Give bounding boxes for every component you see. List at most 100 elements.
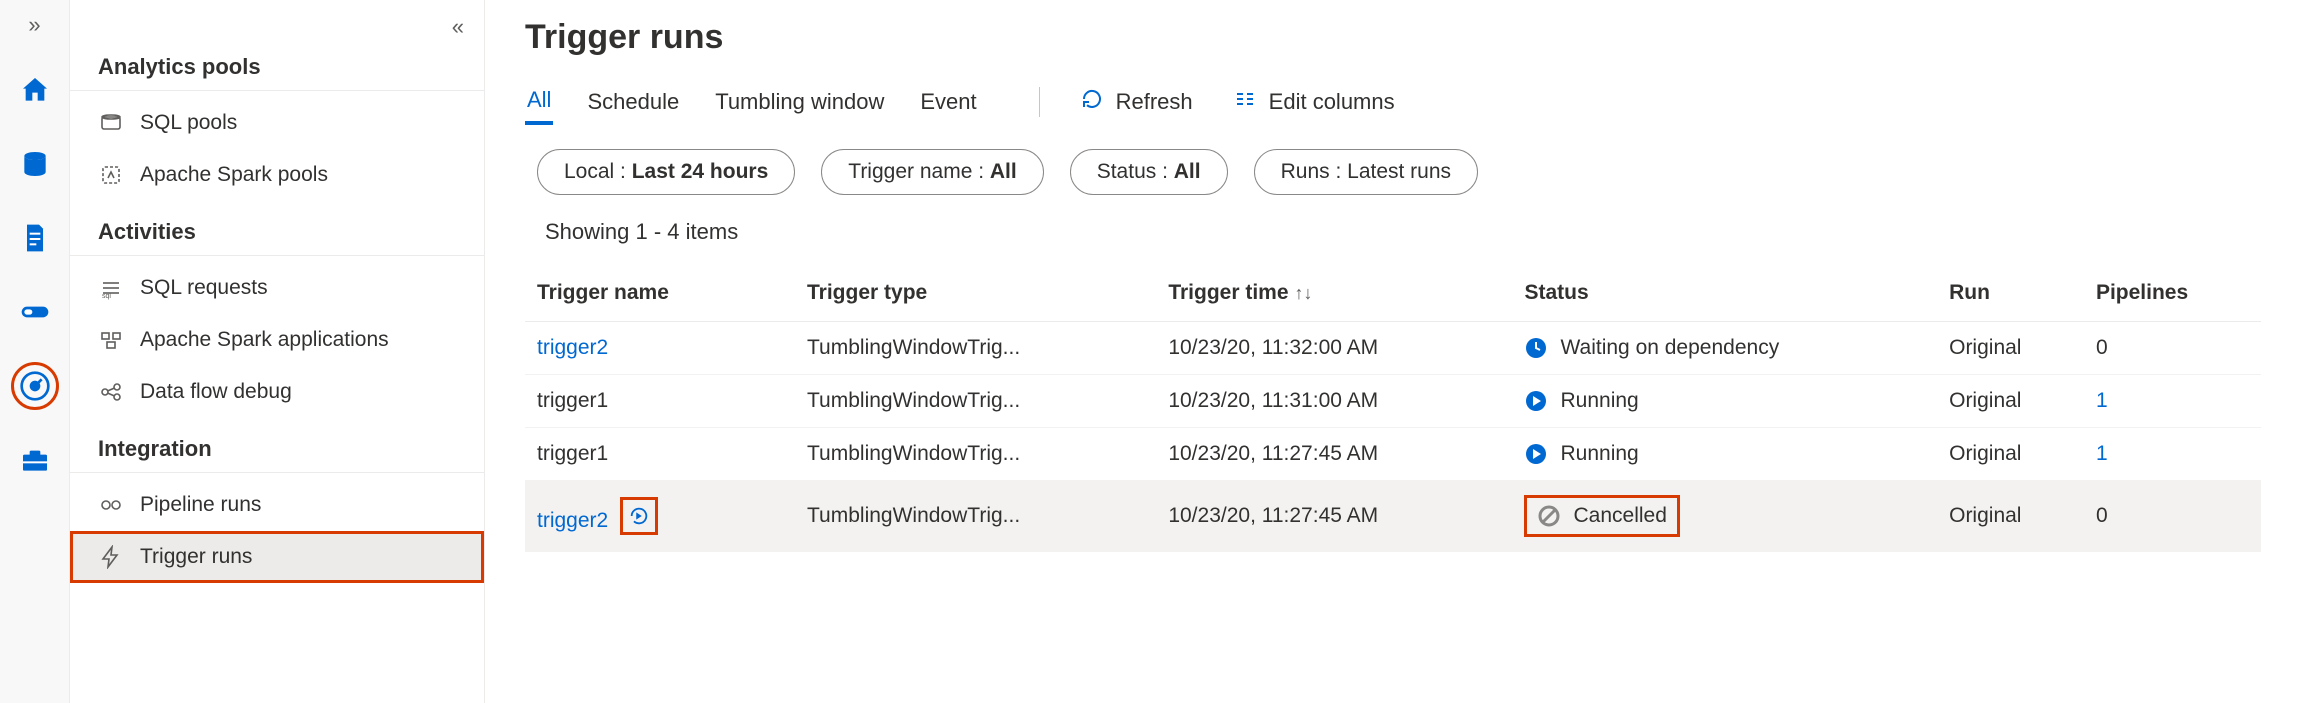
- col-trigger-name[interactable]: Trigger name: [525, 265, 795, 322]
- trigger-name-link: trigger1: [537, 389, 608, 412]
- cell-pipelines: 1: [2084, 428, 2261, 481]
- main-content: Trigger runs All Schedule Tumbling windo…: [485, 0, 2301, 703]
- cell-trigger-time: 10/23/20, 11:27:45 AM: [1156, 481, 1512, 552]
- expand-rail-icon[interactable]: »: [28, 12, 40, 38]
- nav-sql-requests[interactable]: sql SQL requests: [70, 262, 484, 314]
- pipeline-runs-icon: [98, 493, 124, 517]
- document-icon: [19, 222, 51, 254]
- cell-trigger-time: 10/23/20, 11:27:45 AM: [1156, 428, 1512, 481]
- cell-status: Running: [1512, 428, 1937, 481]
- nav-label: SQL requests: [140, 276, 268, 300]
- tab-event[interactable]: Event: [918, 81, 978, 123]
- nav-pipeline-runs[interactable]: Pipeline runs: [70, 479, 484, 531]
- columns-icon: [1233, 87, 1257, 117]
- cancelled-icon: [1537, 504, 1561, 528]
- tab-all[interactable]: All: [525, 79, 553, 125]
- col-status[interactable]: Status: [1512, 265, 1937, 322]
- nav-label: SQL pools: [140, 111, 237, 135]
- home-icon: [19, 74, 51, 106]
- trigger-filter-tabs: All Schedule Tumbling window Event Refre…: [525, 79, 2261, 125]
- filter-time[interactable]: Local : Last 24 hours: [537, 149, 795, 195]
- col-trigger-type[interactable]: Trigger type: [795, 265, 1156, 322]
- cell-trigger-type: TumblingWindowTrig...: [795, 322, 1156, 375]
- nav-trigger-runs[interactable]: Trigger runs: [70, 531, 484, 583]
- nav-spark-pools[interactable]: Apache Spark pools: [70, 149, 484, 201]
- cell-pipelines: 1: [2084, 375, 2261, 428]
- group-activities: Activities: [70, 201, 484, 256]
- toolbar-actions: Refresh Edit columns: [1039, 87, 1395, 117]
- cell-trigger-time: 10/23/20, 11:31:00 AM: [1156, 375, 1512, 428]
- nav-label: Pipeline runs: [140, 493, 261, 517]
- nav-spark-apps[interactable]: Apache Spark applications: [70, 314, 484, 366]
- rail-data[interactable]: [13, 142, 57, 186]
- cell-trigger-name: trigger1: [525, 428, 795, 481]
- rail-manage[interactable]: [13, 438, 57, 482]
- cell-pipelines: 0: [2084, 481, 2261, 552]
- edit-columns-button[interactable]: Edit columns: [1233, 87, 1395, 117]
- pipelines-count: 0: [2096, 336, 2108, 359]
- cell-trigger-type: TumblingWindowTrig...: [795, 428, 1156, 481]
- rerun-button[interactable]: [620, 497, 658, 535]
- sort-icon: ↑↓: [1295, 283, 1313, 303]
- running-icon: [1524, 442, 1548, 466]
- spark-pool-icon: [98, 163, 124, 187]
- trigger-runs-table: Trigger name Trigger type Trigger time↑↓…: [525, 265, 2261, 552]
- running-icon: [1524, 389, 1548, 413]
- pipeline-icon: [19, 296, 51, 328]
- col-run[interactable]: Run: [1937, 265, 2084, 322]
- table-row[interactable]: trigger1 TumblingWindowTrig...10/23/20, 1…: [525, 375, 2261, 428]
- svg-text:sql: sql: [102, 293, 111, 300]
- cell-run: Original: [1937, 428, 2084, 481]
- rail-develop[interactable]: [13, 216, 57, 260]
- trigger-name-link: trigger1: [537, 442, 608, 465]
- toolbox-icon: [19, 444, 51, 476]
- nav-sql-pools[interactable]: SQL pools: [70, 97, 484, 149]
- cell-trigger-name: trigger2: [525, 322, 795, 375]
- col-trigger-time[interactable]: Trigger time↑↓: [1156, 265, 1512, 322]
- trigger-name-link[interactable]: trigger2: [537, 336, 608, 359]
- dataflow-icon: [98, 380, 124, 404]
- sidebar: « Analytics pools SQL pools Apache Spark…: [70, 0, 485, 703]
- cell-trigger-type: TumblingWindowTrig...: [795, 481, 1156, 552]
- pipelines-count: 0: [2096, 504, 2108, 527]
- cell-status: Running: [1512, 375, 1937, 428]
- col-pipelines[interactable]: Pipelines: [2084, 265, 2261, 322]
- rail-integrate[interactable]: [13, 290, 57, 334]
- table-row[interactable]: trigger2 TumblingWindowTrig...10/23/20, 1…: [525, 322, 2261, 375]
- nav-label: Apache Spark applications: [140, 328, 389, 352]
- tab-tumbling[interactable]: Tumbling window: [713, 81, 886, 123]
- trigger-runs-icon: [98, 545, 124, 569]
- trigger-name-link[interactable]: trigger2: [537, 509, 608, 532]
- rail-monitor[interactable]: [13, 364, 57, 408]
- filter-runs[interactable]: Runs : Latest runs: [1254, 149, 1478, 195]
- icon-rail: »: [0, 0, 70, 703]
- filter-row: Local : Last 24 hours Trigger name : All…: [525, 149, 2261, 195]
- nav-label: Trigger runs: [140, 545, 252, 569]
- gauge-icon: [19, 370, 51, 402]
- pipelines-count[interactable]: 1: [2096, 442, 2108, 465]
- cell-trigger-type: TumblingWindowTrig...: [795, 375, 1156, 428]
- rail-home[interactable]: [13, 68, 57, 112]
- filter-status[interactable]: Status : All: [1070, 149, 1228, 195]
- nav-label: Apache Spark pools: [140, 163, 328, 187]
- nav-dataflow-debug[interactable]: Data flow debug: [70, 366, 484, 418]
- cell-trigger-name: trigger1: [525, 375, 795, 428]
- group-analytics-pools: Analytics pools: [70, 18, 484, 91]
- clock-icon: [1524, 336, 1548, 360]
- refresh-button[interactable]: Refresh: [1080, 87, 1193, 117]
- cell-run: Original: [1937, 375, 2084, 428]
- refresh-icon: [1080, 87, 1104, 117]
- cell-trigger-name: trigger2: [525, 481, 795, 552]
- filter-trigger-name[interactable]: Trigger name : All: [821, 149, 1043, 195]
- result-count: Showing 1 - 4 items: [525, 219, 2261, 245]
- table-row[interactable]: trigger2 TumblingWindowTrig...10/23/20, 1…: [525, 481, 2261, 552]
- cell-status: Waiting on dependency: [1512, 322, 1937, 375]
- collapse-sidebar-icon[interactable]: «: [452, 14, 464, 40]
- table-row[interactable]: trigger1 TumblingWindowTrig...10/23/20, 1…: [525, 428, 2261, 481]
- pipelines-count[interactable]: 1: [2096, 389, 2108, 412]
- tab-schedule[interactable]: Schedule: [585, 81, 681, 123]
- group-integration: Integration: [70, 418, 484, 473]
- cell-pipelines: 0: [2084, 322, 2261, 375]
- refresh-label: Refresh: [1116, 89, 1193, 115]
- cell-trigger-time: 10/23/20, 11:32:00 AM: [1156, 322, 1512, 375]
